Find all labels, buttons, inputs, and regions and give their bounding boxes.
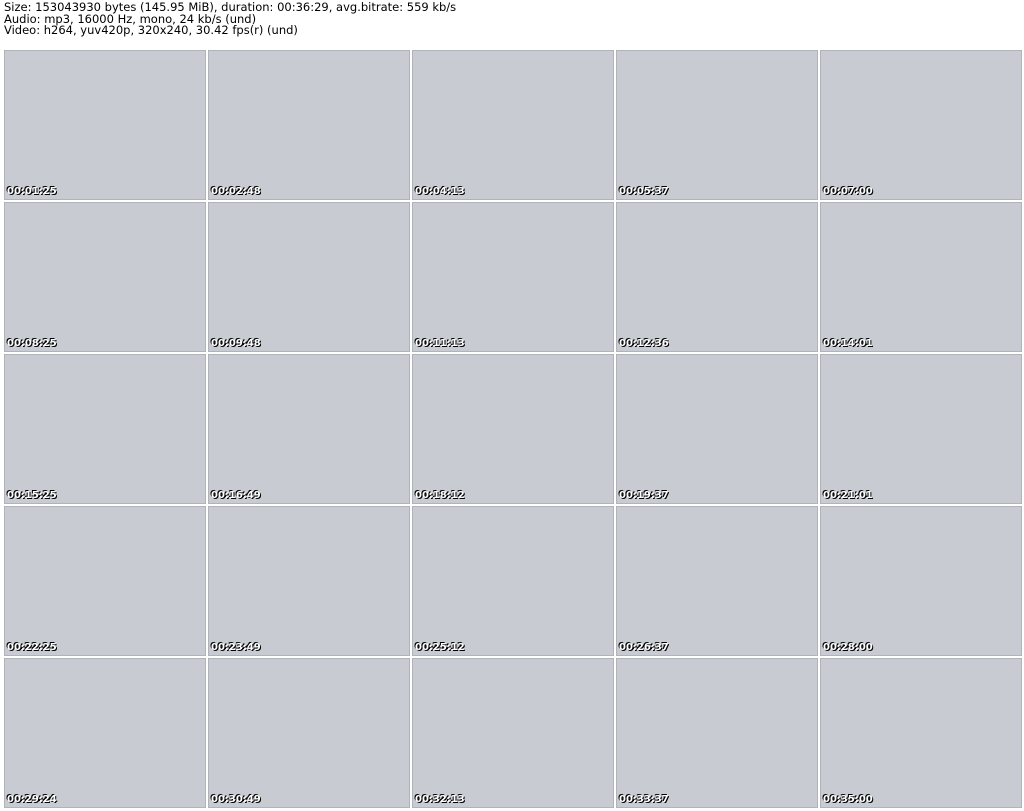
- timestamp-label: 00:33:37: [619, 794, 669, 805]
- thumbnail-placeholder: 00:23:49: [208, 506, 410, 656]
- timestamp-label: 00:14:01: [823, 338, 873, 349]
- timestamp-label: 00:28:00: [823, 642, 873, 653]
- timestamp-label: 00:18:12: [415, 490, 465, 501]
- timestamp-label: 00:12:36: [619, 338, 669, 349]
- thumbnail-placeholder: 00:16:49: [208, 354, 410, 504]
- timestamp-label: 00:16:49: [211, 490, 261, 501]
- thumbnail-placeholder: 00:04:13: [412, 50, 614, 200]
- thumbnail-placeholder: 00:35:00: [820, 658, 1022, 808]
- thumbnail-placeholder: 00:33:37: [616, 658, 818, 808]
- thumbnail-placeholder: 00:29:24: [4, 658, 206, 808]
- video-line: Video: h264, yuv420p, 320x240, 30.42 fps…: [4, 23, 298, 37]
- timestamp-label: 00:02:48: [211, 186, 261, 197]
- thumbnail-placeholder: 00:22:25: [4, 506, 206, 656]
- timestamp-label: 00:35:00: [823, 794, 873, 805]
- thumbnail-placeholder: 00:01:25: [4, 50, 206, 200]
- thumbnail-placeholder: 00:14:01: [820, 202, 1022, 352]
- thumbnail-placeholder: 00:21:01: [820, 354, 1022, 504]
- file-metadata: Size: 153043930 bytes (145.95 MiB), dura…: [0, 0, 1024, 48]
- thumbnail-placeholder: 00:11:13: [412, 202, 614, 352]
- thumbnail-placeholder: 00:12:36: [616, 202, 818, 352]
- timestamp-label: 00:15:25: [7, 490, 57, 501]
- timestamp-label: 00:25:12: [415, 642, 465, 653]
- timestamp-label: 00:05:37: [619, 186, 669, 197]
- timestamp-label: 00:23:49: [211, 642, 261, 653]
- thumbnail-placeholder: 00:19:37: [616, 354, 818, 504]
- thumbnail-placeholder: 00:07:00: [820, 50, 1022, 200]
- timestamp-label: 00:29:24: [7, 794, 57, 805]
- thumbnail-placeholder: 00:18:12: [412, 354, 614, 504]
- thumbnail-placeholder: 00:09:48: [208, 202, 410, 352]
- thumbnail-placeholder: 00:25:12: [412, 506, 614, 656]
- timestamp-label: 00:04:13: [415, 186, 465, 197]
- thumbnail-placeholder: 00:30:49: [208, 658, 410, 808]
- timestamp-label: 00:19:37: [619, 490, 669, 501]
- timestamp-label: 00:08:25: [7, 338, 57, 349]
- thumbnail-placeholder: 00:28:00: [820, 506, 1022, 656]
- timestamp-label: 00:07:00: [823, 186, 873, 197]
- thumbnail-placeholder: 00:05:37: [616, 50, 818, 200]
- timestamp-label: 00:26:37: [619, 642, 669, 653]
- timestamp-label: 00:32:13: [415, 794, 465, 805]
- timestamp-label: 00:11:13: [415, 338, 465, 349]
- timestamp-label: 00:22:25: [7, 642, 57, 653]
- timestamp-label: 00:30:49: [211, 794, 261, 805]
- thumbnail-placeholder: 00:02:48: [208, 50, 410, 200]
- thumbnail-placeholder: 00:26:37: [616, 506, 818, 656]
- thumbnail-placeholder: 00:32:13: [412, 658, 614, 808]
- thumbnail-grid: 00:01:25 00:02:48 00:04:13 00:05:37 00:07:00…: [0, 48, 1024, 810]
- timestamp-label: 00:09:48: [211, 338, 261, 349]
- timestamp-label: 00:01:25: [7, 186, 57, 197]
- thumbnail-placeholder: 00:15:25: [4, 354, 206, 504]
- thumbnail-placeholder: 00:08:25: [4, 202, 206, 352]
- timestamp-label: 00:21:01: [823, 490, 873, 501]
